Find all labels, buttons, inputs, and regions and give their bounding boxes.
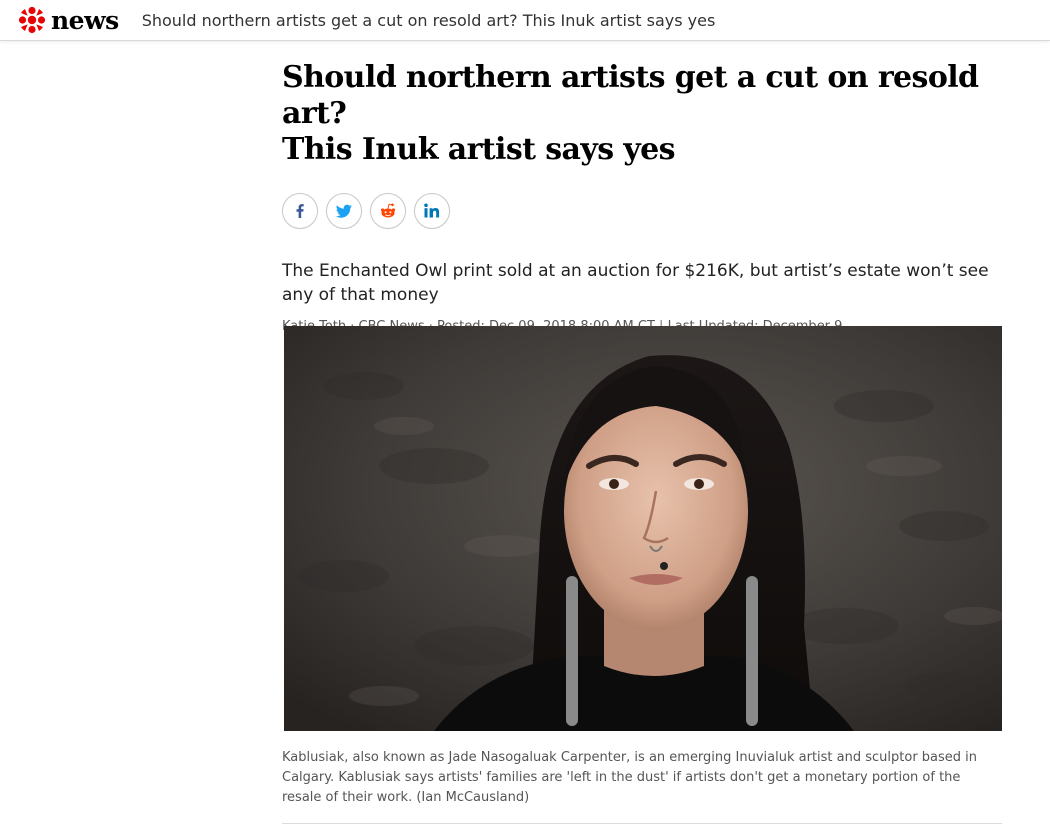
caption-text: Kablusiak, also known as Jade Nasogaluak…	[282, 750, 978, 805]
facebook-icon	[296, 204, 304, 218]
article-headline: Should northern artists get a cut on res…	[282, 60, 1002, 168]
headline-line-1: Should northern artists get a cut on res…	[282, 60, 979, 131]
brand-wordmark: news	[51, 5, 119, 35]
cbc-news-logo[interactable]: news	[18, 6, 119, 34]
share-facebook-button[interactable]	[282, 193, 318, 229]
divider	[282, 823, 1002, 824]
reddit-icon	[380, 203, 396, 218]
linkedin-icon	[424, 203, 440, 218]
top-bar: news Should northern artists get a cut o…	[0, 0, 1050, 41]
cbc-gem-icon	[18, 6, 46, 34]
twitter-icon	[336, 204, 352, 218]
headline-line-2: This Inuk artist says yes	[282, 132, 676, 167]
page-title-bar: Should northern artists get a cut on res…	[141, 10, 716, 30]
share-reddit-button[interactable]	[370, 193, 406, 229]
share-linkedin-button[interactable]	[414, 193, 450, 229]
caption-credit: (Ian McCausland)	[416, 790, 530, 805]
article-deck: The Enchanted Owl print sold at an aucti…	[282, 261, 989, 305]
article: Should northern artists get a cut on res…	[282, 60, 1002, 334]
share-buttons	[282, 193, 1002, 229]
image-caption: Kablusiak, also known as Jade Nasogaluak…	[282, 748, 1002, 808]
portrait-photo	[284, 326, 1002, 731]
hero-image	[284, 326, 1002, 731]
share-twitter-button[interactable]	[326, 193, 362, 229]
